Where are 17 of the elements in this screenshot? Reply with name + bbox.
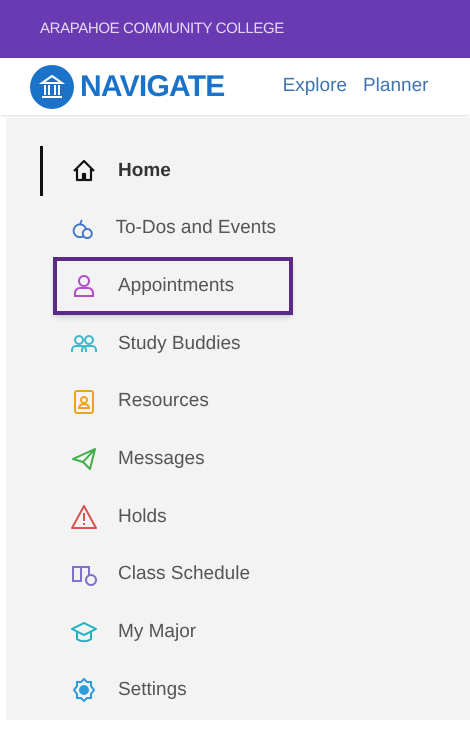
settings-icon — [70, 676, 98, 704]
sidebar-item[interactable]: Holds — [53, 488, 293, 546]
college-name: ARAPAHOE COMMUNITY COLLEGE — [40, 18, 284, 39]
sidebar-item[interactable]: My Major — [53, 603, 293, 662]
sidebar-item[interactable]: To-Dos and Events — [53, 200, 293, 258]
logo-text: NAVIGATE — [80, 69, 225, 105]
nav-link[interactable]: Planner — [362, 72, 428, 101]
sidebar-item[interactable]: Resources — [53, 372, 293, 431]
nav-link[interactable]: Explore — [282, 72, 347, 101]
sidebar-item[interactable]: Appointments — [53, 257, 293, 316]
sidebar-item[interactable]: Class Schedule — [53, 546, 293, 604]
building-logo-icon — [30, 64, 74, 108]
sidebar-item[interactable]: Settings — [53, 661, 293, 720]
sidebar-item[interactable]: Study Buddies — [53, 314, 293, 373]
sidebar-item[interactable]: Home — [53, 142, 293, 200]
warning-icon — [70, 502, 98, 531]
sidebar-item[interactable]: Messages — [53, 430, 293, 488]
